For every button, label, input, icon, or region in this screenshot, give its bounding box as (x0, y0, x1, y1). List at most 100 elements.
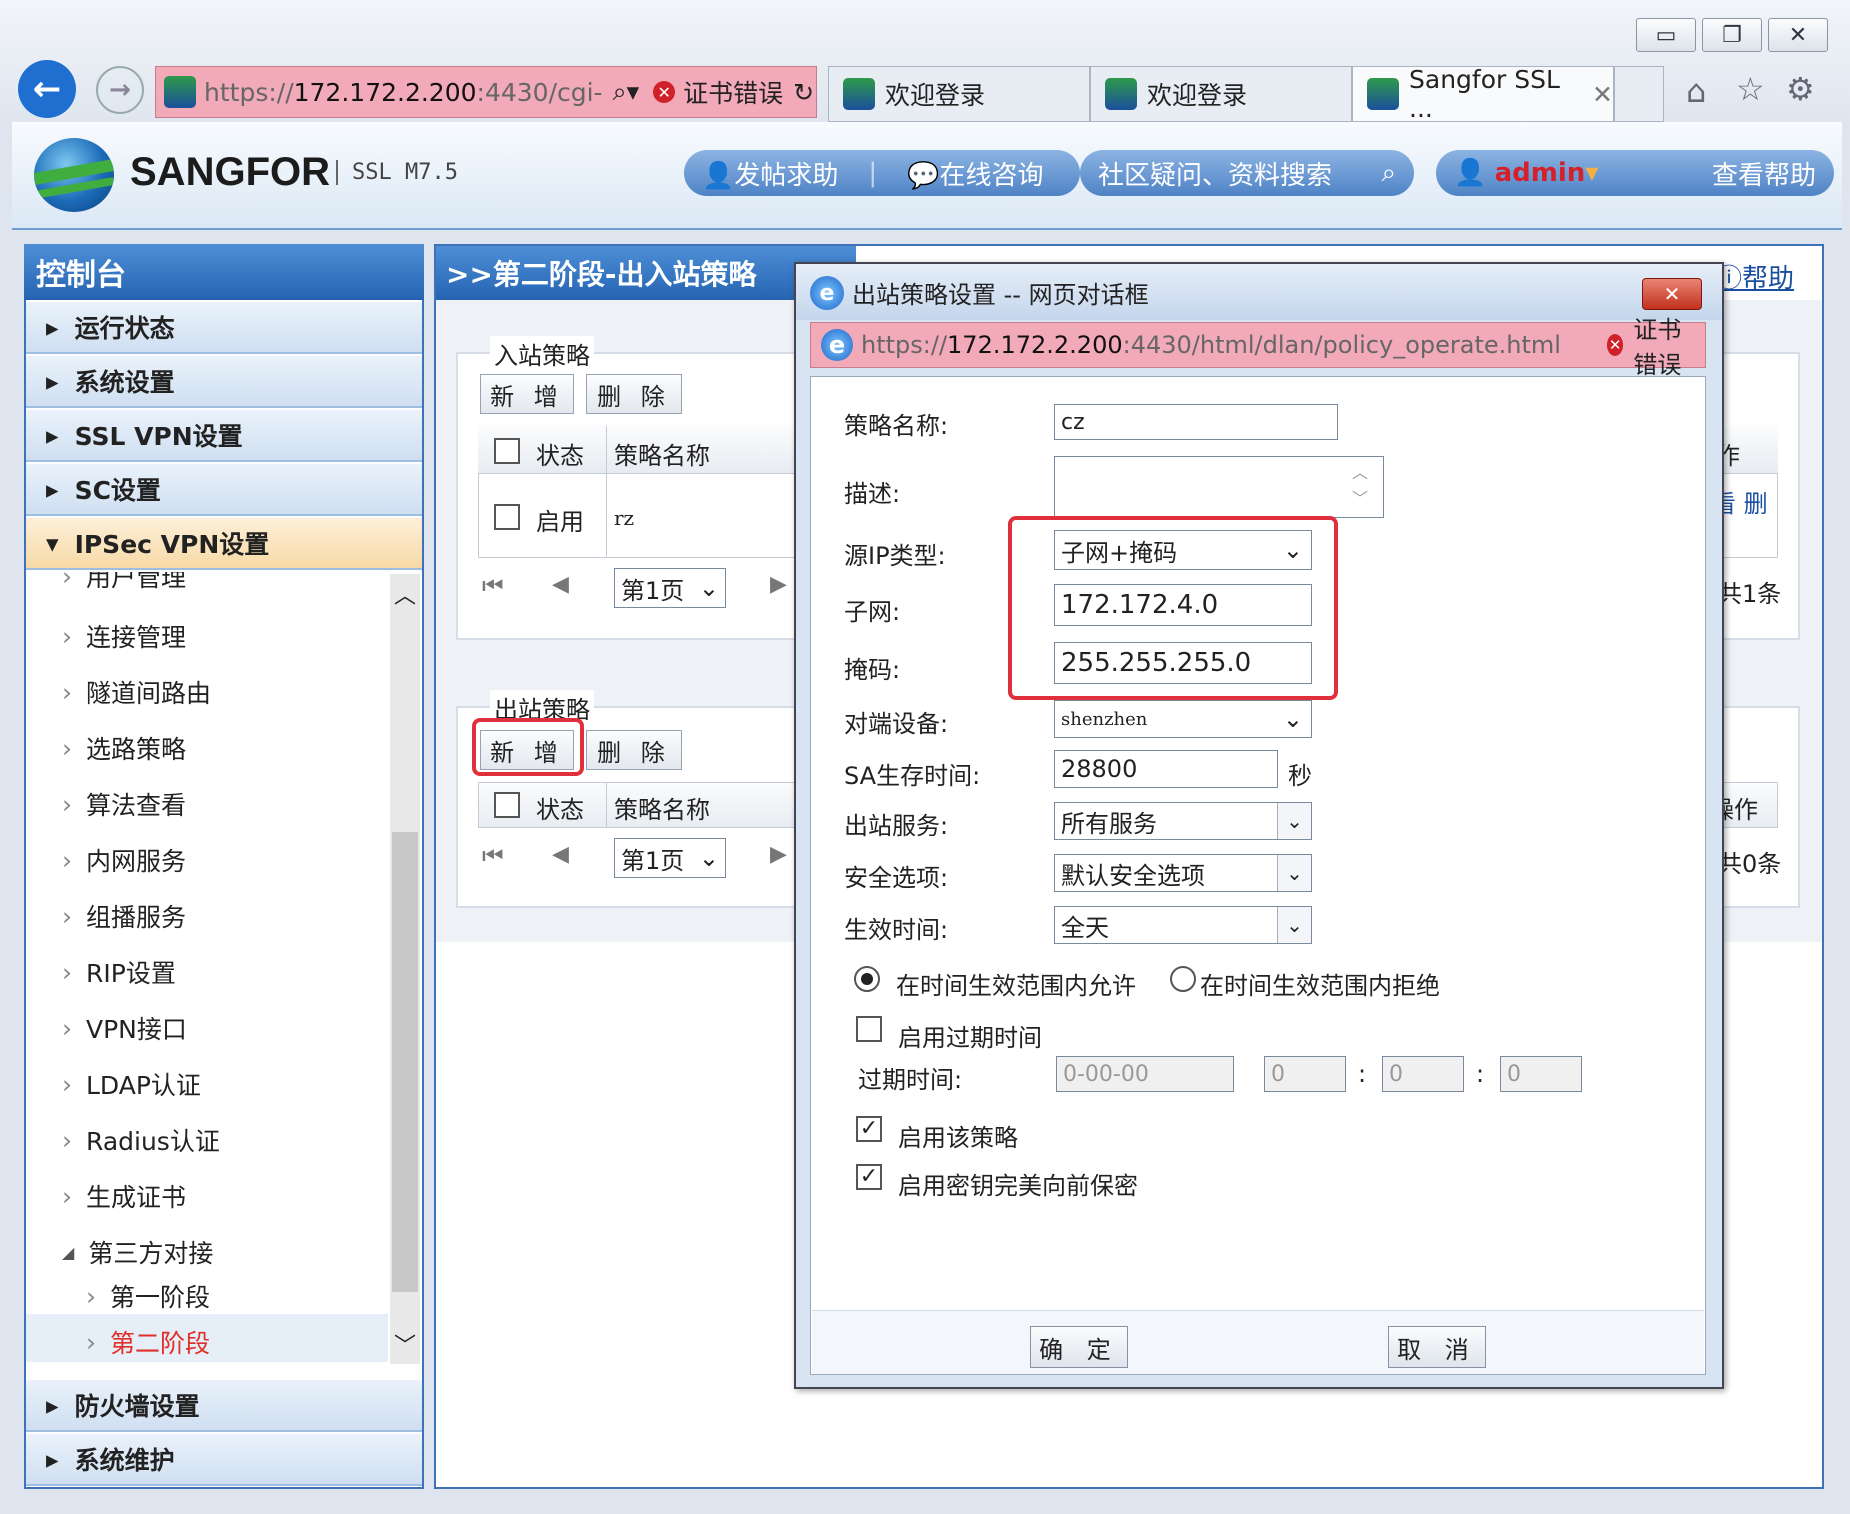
favorites-icon[interactable]: ☆ (1736, 70, 1765, 108)
sidebar-item-sc[interactable]: ▸ SC设置 (26, 464, 422, 516)
sidebar-item-ipsec[interactable]: ▾ IPSec VPN设置 (26, 518, 422, 570)
sidebar-sub-item[interactable]: › RIP设置 (62, 954, 176, 990)
sangfor-logo-icon (34, 138, 114, 212)
dialog-close-button[interactable]: ✕ (1642, 278, 1702, 310)
inbound-select-all-checkbox[interactable] (494, 438, 520, 464)
forum-help-link[interactable]: 👤发帖求助 (702, 155, 838, 192)
sidebar-phase-1[interactable]: › 第一阶段 (86, 1278, 210, 1314)
expire-minute-input[interactable]: 0 (1382, 1056, 1464, 1092)
help-link[interactable]: ⓘ帮助 (1716, 258, 1794, 295)
peer-device-select[interactable]: shenzhen ⌄ (1054, 700, 1312, 738)
next-page-icon[interactable]: ▶ (770, 842, 787, 867)
outbound-page-select[interactable]: 第1页 ⌄ (614, 838, 726, 878)
policy-name-input[interactable]: cz (1054, 404, 1338, 440)
expire-date-input[interactable]: 0-00-00 (1056, 1056, 1234, 1092)
brand-name: SANGFOR (130, 150, 330, 194)
sidebar-sub-item[interactable]: › VPN接口 (62, 1010, 187, 1046)
outbound-delete-button[interactable]: 删 除 (586, 730, 682, 770)
sidebar-item-firewall[interactable]: ▸ 防火墙设置 (26, 1380, 422, 1432)
expire-hour-input[interactable]: 0 (1264, 1056, 1346, 1092)
tab-3-active[interactable]: Sangfor SSL ... ✕ (1352, 65, 1614, 123)
outbound-select-all-checkbox[interactable] (494, 792, 520, 818)
sidebar-sub-label: 内网服务 (86, 847, 187, 876)
sidebar-sub-item[interactable]: › 算法查看 (62, 786, 186, 822)
first-page-icon[interactable]: ⏮ (482, 842, 504, 870)
subnet-input[interactable]: 172.172.4.0 (1054, 584, 1312, 626)
chevron-right-icon: › (62, 733, 72, 763)
label-sa-lifetime: SA生存时间: (844, 762, 981, 790)
close-window-button[interactable]: ✕ (1768, 18, 1828, 52)
settings-gear-icon[interactable]: ⚙ (1786, 70, 1815, 108)
sidebar-sub-item[interactable]: › 选路策略 (62, 730, 186, 766)
description-textarea[interactable] (1054, 456, 1384, 518)
mask-input[interactable]: 255.255.255.0 (1054, 642, 1312, 684)
scroll-up-icon[interactable]: ︿ (390, 574, 420, 614)
user-menu[interactable]: 👤 admin▾ (1454, 158, 1598, 188)
sidebar-scrollbar[interactable]: ︿ ﹀ (390, 574, 420, 1364)
sidebar-sub-item[interactable]: › 用户管理 (62, 572, 186, 594)
site-icon (1367, 78, 1399, 110)
sidebar-subtree: › 用户管理 › 连接管理 › 隧道间路由 › 选路策略 › 算法查看 › 内网服务 › 组播… (26, 572, 388, 1378)
sidebar-sub-item[interactable]: › 连接管理 (62, 618, 186, 654)
radio-allow[interactable] (854, 966, 880, 992)
tab-2[interactable]: 欢迎登录 (1090, 66, 1352, 122)
sidebar-sub-item[interactable]: › 组播服务 (62, 898, 186, 934)
sidebar-sub-item[interactable]: › Radius认证 (62, 1122, 220, 1158)
search-icon[interactable]: ⌕ (1381, 158, 1396, 189)
tab-1[interactable]: 欢迎登录 (828, 66, 1090, 122)
next-page-icon[interactable]: ▶ (770, 572, 787, 597)
sidebar-sub-label: 隧道间路由 (86, 679, 212, 708)
search-icon[interactable]: ⌕▾ (613, 77, 640, 107)
address-bar[interactable]: https:// 172.172.2.200 :4430/cgi- ⌕▾ ✕ 证… (155, 66, 817, 118)
new-tab[interactable] (1614, 66, 1664, 122)
outbound-service-select[interactable]: 所有服务 ⌄ (1054, 802, 1312, 840)
inbound-page-select[interactable]: 第1页 ⌄ (614, 568, 726, 608)
minimize-button[interactable]: ▭ (1636, 18, 1696, 52)
maximize-button[interactable]: ❐ (1702, 18, 1762, 52)
sidebar-item-sslvpn[interactable]: ▸ SSL VPN设置 (26, 410, 422, 462)
label-subnet: 子网: (844, 598, 901, 626)
enable-expire-checkbox[interactable] (856, 1016, 882, 1042)
row-checkbox[interactable] (494, 504, 520, 530)
sidebar-item-label: 系统设置 (74, 368, 175, 397)
radio-deny[interactable] (1170, 966, 1196, 992)
scroll-down-icon[interactable]: ﹀ (390, 1324, 420, 1364)
sidebar-sub-item[interactable]: › LDAP认证 (62, 1066, 201, 1102)
view-help-link[interactable]: 查看帮助 (1712, 155, 1816, 192)
enable-pfs-checkbox[interactable] (856, 1164, 882, 1190)
sidebar-sub-item[interactable]: › 内网服务 (62, 842, 186, 878)
back-button[interactable]: ← (18, 60, 76, 118)
prev-page-icon[interactable]: ◀ (552, 572, 569, 597)
inbound-delete-button[interactable]: 删 除 (586, 374, 682, 414)
sidebar-sub-label: 生成证书 (86, 1183, 187, 1212)
security-option-select[interactable]: 默认安全选项 ⌄ (1054, 854, 1312, 892)
sa-lifetime-input[interactable]: 28800 (1054, 750, 1278, 788)
forward-button[interactable]: → (96, 66, 144, 114)
cert-error-label[interactable]: 证书错误 (683, 74, 783, 110)
sidebar-item-maintenance[interactable]: ▸ 系统维护 (26, 1434, 422, 1486)
refresh-icon[interactable]: ↻ (793, 78, 814, 107)
sidebar-sub-item[interactable]: › 生成证书 (62, 1178, 186, 1214)
home-icon[interactable]: ⌂ (1686, 72, 1706, 110)
inbound-add-button[interactable]: 新 增 (480, 374, 574, 414)
src-ip-type-select[interactable]: 子网+掩码 ⌄ (1054, 530, 1312, 570)
url-prefix: https:// (204, 77, 294, 107)
prev-page-icon[interactable]: ◀ (552, 842, 569, 867)
scrollbar-thumb[interactable] (392, 832, 418, 1292)
url-prefix: https:// (861, 331, 948, 359)
sidebar-item-status[interactable]: ▸ 运行状态 (26, 302, 422, 354)
sidebar-sub-item[interactable]: › 隧道间路由 (62, 674, 211, 710)
cancel-button[interactable]: 取 消 (1388, 1326, 1486, 1368)
community-search[interactable]: 社区疑问、资料搜索 ⌕ (1080, 150, 1414, 196)
effective-time-select[interactable]: 全天 ⌄ (1054, 906, 1312, 944)
sidebar-group-third-party[interactable]: ◢ 第三方对接 (62, 1234, 213, 1270)
first-page-icon[interactable]: ⏮ (482, 572, 504, 600)
close-tab-icon[interactable]: ✕ (1592, 80, 1613, 109)
sidebar-item-system[interactable]: ▸ 系统设置 (26, 356, 422, 408)
cert-error-label[interactable]: 证书错误 (1633, 310, 1705, 380)
sidebar-phase-2-selected[interactable]: › 第二阶段 (86, 1324, 210, 1360)
enable-policy-checkbox[interactable] (856, 1116, 882, 1142)
expire-second-input[interactable]: 0 (1500, 1056, 1582, 1092)
ok-button[interactable]: 确 定 (1030, 1326, 1128, 1368)
online-consult-link[interactable]: 💬在线咨询 (907, 155, 1043, 192)
